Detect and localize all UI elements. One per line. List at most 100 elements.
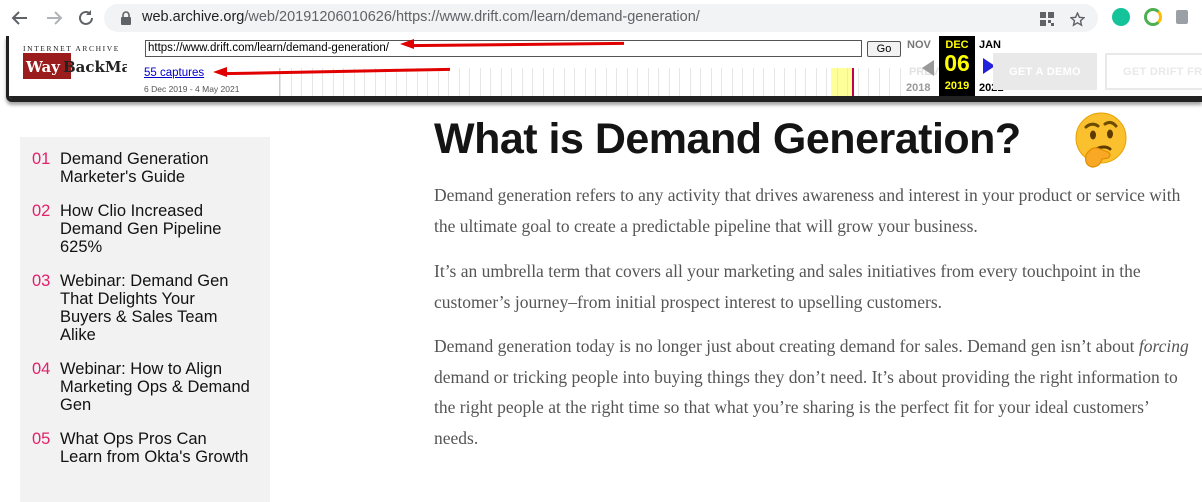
sparkline-cell (605, 68, 607, 96)
sparkline-cell (511, 68, 512, 96)
svg-text:Way: Way (25, 58, 61, 76)
page-title: What is Demand Generation? (434, 115, 1021, 163)
sidebar-item-label: How Clio Increased Demand Gen Pipeline 6… (60, 202, 222, 256)
sparkline-cell (773, 68, 775, 96)
sparkline-cell (805, 68, 806, 96)
sparkline-cell (878, 68, 880, 96)
grammarly-icon[interactable] (1112, 8, 1130, 26)
browser-toolbar: web.archive.org/web/20191206010626/https… (0, 0, 1202, 36)
sparkline-cell (458, 68, 460, 96)
prev-month[interactable]: NOV (907, 39, 931, 51)
sparkline-cell (836, 68, 838, 96)
toolbar-bottom-border (9, 96, 1202, 99)
prev-year[interactable]: 2018 (906, 82, 930, 94)
current-capture: DEC 06 2019 (939, 36, 975, 99)
paragraph-3-emphasis: forcing (1138, 336, 1189, 356)
sidebar-item-number: 03 (32, 272, 51, 290)
sidebar-item[interactable]: 04 Webinar: How to Align Marketing Ops &… (32, 360, 250, 414)
annotation-arrowhead-url (400, 39, 414, 49)
sparkline-cell (668, 68, 670, 96)
sparkline-cell (553, 68, 554, 96)
sparkline-cell (595, 68, 596, 96)
sparkline-cell (731, 68, 733, 96)
sidebar-item-label: Webinar: How to Align Marketing Ops & De… (60, 360, 250, 414)
sparkline-cell (794, 68, 796, 96)
reload-icon[interactable] (76, 8, 96, 28)
sparkline-cell (815, 68, 817, 96)
sparkline-cell (700, 68, 701, 96)
sparkline-cell (868, 68, 869, 96)
extension-icon[interactable] (1176, 10, 1188, 24)
sparkline-cell (899, 68, 901, 96)
star-icon[interactable] (1069, 11, 1086, 32)
address-url: web.archive.org/web/20191206010626/https… (142, 9, 700, 25)
sparkline-cell (563, 68, 565, 96)
sparkline-cell (889, 68, 890, 96)
sparkline-cell (826, 68, 827, 96)
ghost-demo-button: GET A DEMO (993, 53, 1097, 90)
article-paragraph-2: It’s an umbrella term that covers all yo… (434, 261, 1141, 312)
sparkline-cell (637, 68, 638, 96)
sidebar-item[interactable]: 03 Webinar: Demand Gen That Delights You… (32, 272, 250, 344)
sparkline-cell (647, 68, 649, 96)
sparkline-cell (448, 68, 449, 96)
sparkline-cell (532, 68, 533, 96)
sparkline-current-mark (852, 68, 854, 96)
sidebar-item[interactable]: 01 Demand Generation Marketer's Guide (32, 150, 250, 186)
ghost-free-button: GET DRIFT FR (1105, 53, 1202, 90)
sidebar-item[interactable]: 02 How Clio Increased Demand Gen Pipelin… (32, 202, 250, 256)
sidebar-item-number: 04 (32, 360, 51, 378)
article-paragraph-3: Demand generation today is no longer jus… (434, 331, 1194, 453)
paragraph-3-text-b: demand or tricking people into buying th… (434, 366, 1178, 448)
prev-capture-icon[interactable] (922, 60, 934, 76)
sparkline-cell (416, 68, 418, 96)
sidebar-item-label: Demand Generation Marketer's Guide (60, 150, 209, 186)
next-month[interactable]: JAN (979, 39, 1001, 51)
sparkline-cell (616, 68, 617, 96)
sparkline-cell (752, 68, 754, 96)
lock-icon (120, 11, 132, 30)
sparkline-cell (689, 68, 691, 96)
qr-icon[interactable] (1040, 12, 1054, 31)
sidebar-item-number: 01 (32, 150, 51, 168)
capture-date-range: 6 Dec 2019 - 4 May 2021 (144, 84, 240, 94)
sparkline-cell (469, 68, 470, 96)
sidebar-item-number: 05 (32, 430, 51, 448)
sidebar: 01 Demand Generation Marketer's Guide 02… (20, 137, 270, 502)
internet-archive-label: INTERNET ARCHIVE (23, 44, 120, 53)
wayback-logo[interactable]: Way BackMachine (23, 53, 127, 79)
wayback-toolbar: INTERNET ARCHIVE Way BackMachine https:/… (6, 36, 1202, 102)
sparkline-cell (626, 68, 628, 96)
sparkline-cell (658, 68, 659, 96)
wayback-go-button[interactable]: Go (867, 41, 901, 57)
sparkline-cell (742, 68, 743, 96)
sparkline-cell (427, 68, 428, 96)
sparkline-cell (490, 68, 491, 96)
annotation-arrowhead-captures (213, 67, 227, 77)
forward-icon[interactable] (44, 8, 64, 28)
sparkline-cell (500, 68, 502, 96)
sparkline-cell (406, 68, 407, 96)
thinking-face-icon (1075, 112, 1127, 168)
paragraph-3-text-a: Demand generation today is no longer jus… (434, 336, 1139, 356)
sparkline-cell (763, 68, 764, 96)
sparkline-cell (574, 68, 575, 96)
sparkline-cell (710, 68, 712, 96)
sparkline-cell (479, 68, 481, 96)
sparkline-cell (395, 68, 397, 96)
svg-text:BackMachine: BackMachine (63, 58, 127, 76)
sparkline-cell (784, 68, 785, 96)
speed-icon[interactable] (1144, 8, 1162, 26)
sparkline-cell (679, 68, 680, 96)
captures-link[interactable]: 55 captures (144, 67, 204, 79)
sparkline-cell (847, 68, 848, 96)
sparkline-cell (584, 68, 586, 96)
sparkline-cell (521, 68, 523, 96)
current-year: 2019 (944, 80, 970, 92)
sidebar-item-label: What Ops Pros Can Learn from Okta's Grow… (60, 430, 249, 466)
article-paragraph-1: Demand generation refers to any activity… (434, 185, 1181, 236)
sidebar-item[interactable]: 05 What Ops Pros Can Learn from Okta's G… (32, 430, 250, 466)
address-bar[interactable]: web.archive.org/web/20191206010626/https… (104, 4, 1098, 32)
back-icon[interactable] (10, 8, 30, 28)
sparkline-cell (857, 68, 859, 96)
